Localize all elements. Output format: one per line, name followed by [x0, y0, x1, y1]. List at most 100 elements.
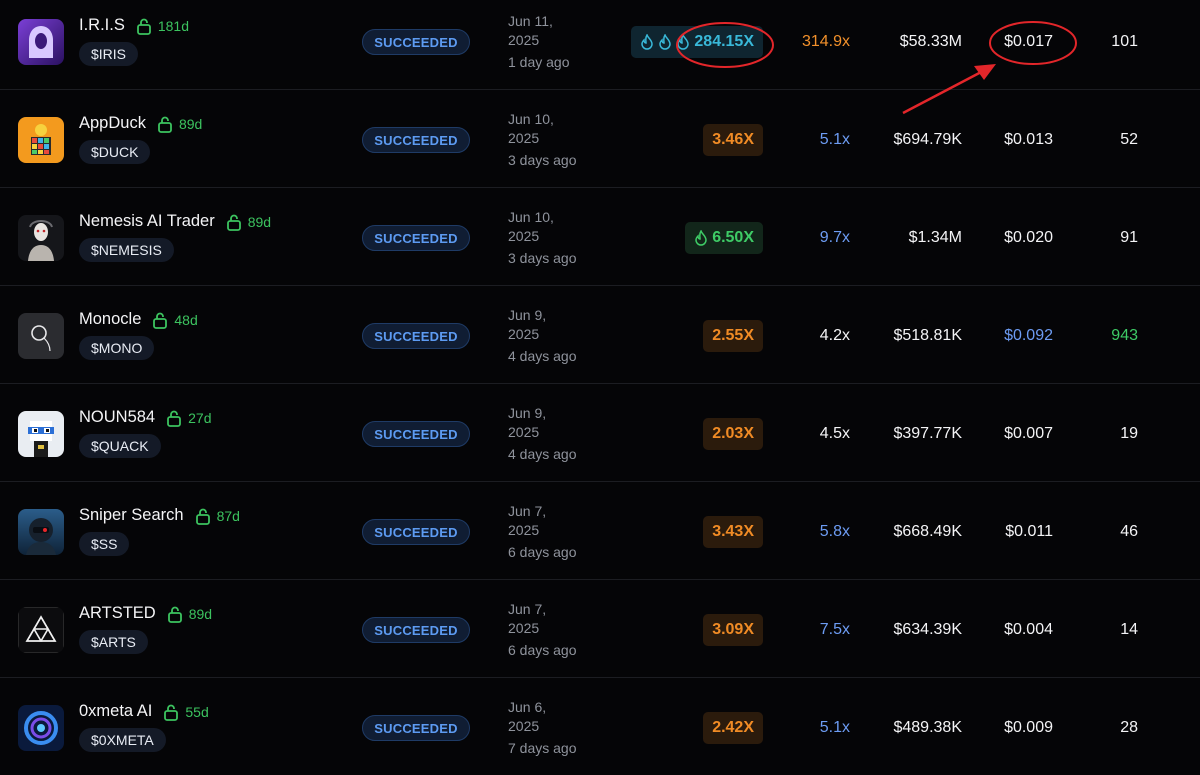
token-name[interactable]: Monocle [79, 310, 141, 329]
token-price: $0.092 [1004, 327, 1053, 344]
launch-date: Jun 9, 2025 [508, 404, 546, 442]
token-price: $0.004 [1004, 621, 1053, 638]
holder-count: 943 [1111, 327, 1138, 344]
market-cap: $634.39K [893, 621, 962, 638]
launch-ago: 6 days ago [508, 642, 577, 658]
launch-ago: 3 days ago [508, 152, 577, 168]
token-name[interactable]: 0xmeta AI [79, 702, 152, 721]
table-row[interactable]: Nemesis AI Trader 89d $NEMESIS SUCCEEDED Jun… [0, 188, 1200, 286]
token-name-line: AppDuck 89d [79, 114, 202, 133]
multiplier-badge: 2.55X [703, 320, 763, 352]
lock-icon [225, 213, 243, 231]
launch-date-year: 2025 [508, 718, 540, 734]
launch-date-month: Jun 10, [508, 111, 554, 127]
market-cap: $668.49K [893, 523, 962, 540]
flame-icon [694, 230, 708, 246]
lock-icon [162, 703, 180, 721]
token-name-line: 0xmeta AI 55d [79, 702, 209, 721]
launch-date-year: 2025 [508, 130, 540, 146]
token-name[interactable]: NOUN584 [79, 408, 155, 427]
multiplier-value: 2.03X [712, 425, 754, 442]
multiplier-badge: 6.50X [685, 222, 763, 254]
launch-date-year: 2025 [508, 32, 540, 48]
ticker-badge[interactable]: $DUCK [79, 140, 151, 164]
launch-date-month: Jun 9, [508, 405, 547, 421]
token-name-line: I.R.I.S 181d [79, 16, 189, 35]
token-name[interactable]: I.R.I.S [79, 16, 125, 35]
launch-date-year: 2025 [508, 326, 540, 342]
token-name[interactable]: Nemesis AI Trader [79, 212, 215, 231]
ticker-badge[interactable]: $IRIS [79, 42, 139, 66]
launch-ago: 1 day ago [508, 54, 570, 70]
multiplier-value: 2.42X [712, 719, 754, 736]
holder-count: 19 [1120, 425, 1138, 442]
market-cap: $518.81K [893, 327, 962, 344]
multiplier-value: 3.46X [712, 131, 754, 148]
multiplier-badge: 3.09X [703, 614, 763, 646]
table-row[interactable]: Monocle 48d $MONO SUCCEEDED Jun 9, 2025 4 days… [0, 286, 1200, 384]
launch-date: Jun 10, 2025 [508, 208, 554, 246]
table-row[interactable]: AppDuck 89d $DUCK SUCCEEDED Jun 10, 2025 3 day… [0, 90, 1200, 188]
ticker-badge[interactable]: $MONO [79, 336, 155, 360]
lock-duration: 89d [188, 605, 213, 622]
launch-date: Jun 7, 2025 [508, 600, 546, 638]
launch-date-year: 2025 [508, 424, 540, 440]
token-name-line: Sniper Search 87d [79, 506, 240, 525]
ticker-badge[interactable]: $NEMESIS [79, 238, 174, 262]
launch-ago: 4 days ago [508, 446, 577, 462]
token-name[interactable]: Sniper Search [79, 506, 184, 525]
lock-icon [156, 115, 174, 133]
ticker-badge[interactable]: $QUACK [79, 434, 161, 458]
ath-multiplier: 314.9x [801, 33, 850, 50]
holder-count: 28 [1120, 719, 1138, 736]
launch-date-month: Jun 7, [508, 503, 547, 519]
ath-multiplier: 9.7x [819, 229, 850, 246]
launch-ago: 3 days ago [508, 250, 577, 266]
table-row[interactable]: I.R.I.S 181d $IRIS SUCCEEDED Jun 11, 2025 1 da… [0, 0, 1200, 90]
flame-icon [658, 34, 672, 50]
token-price: $0.009 [1004, 719, 1053, 736]
token-price: $0.020 [1004, 229, 1053, 246]
market-cap: $694.79K [893, 131, 962, 148]
launch-date-month: Jun 10, [508, 209, 554, 225]
token-avatar [18, 411, 64, 457]
launch-date-year: 2025 [508, 228, 540, 244]
ath-multiplier: 4.5x [819, 425, 850, 442]
ticker-badge[interactable]: $0XMETA [79, 728, 166, 752]
token-name-line: Monocle 48d [79, 310, 198, 329]
status-badge: SUCCEEDED [362, 29, 470, 55]
status-badge: SUCCEEDED [362, 323, 470, 349]
lock-duration: 181d [157, 17, 189, 34]
market-cap: $397.77K [893, 425, 962, 442]
flame-icon [640, 34, 654, 50]
token-name[interactable]: AppDuck [79, 114, 146, 133]
token-name[interactable]: ARTSTED [79, 604, 156, 623]
table-row[interactable]: Sniper Search 87d $SS SUCCEEDED Jun 7, 2025 6 … [0, 482, 1200, 580]
launch-date-month: Jun 6, [508, 699, 547, 715]
token-avatar [18, 607, 64, 653]
lock-icon [151, 311, 169, 329]
launch-date-month: Jun 11, [508, 13, 553, 29]
table-row[interactable]: ARTSTED 89d $ARTS SUCCEEDED Jun 7, 2025 6 days… [0, 580, 1200, 678]
table-row[interactable]: NOUN584 27d $QUACK SUCCEEDED Jun 9, 2025 4 day… [0, 384, 1200, 482]
ticker-badge[interactable]: $ARTS [79, 630, 148, 654]
launch-date: Jun 6, 2025 [508, 698, 546, 736]
ticker-badge[interactable]: $SS [79, 532, 130, 556]
launch-date-month: Jun 7, [508, 601, 547, 617]
holder-count: 101 [1111, 33, 1138, 50]
lock-duration: 87d [216, 507, 240, 524]
token-avatar [18, 313, 64, 359]
holder-count: 91 [1120, 229, 1138, 246]
status-badge: SUCCEEDED [362, 617, 470, 643]
multiplier-value: 6.50X [712, 229, 754, 246]
token-price: $0.013 [1004, 131, 1053, 148]
table-row[interactable]: 0xmeta AI 55d $0XMETA SUCCEEDED Jun 6, 2025 7 … [0, 678, 1200, 775]
market-cap: $489.38K [893, 719, 962, 736]
market-cap: $1.34M [908, 229, 962, 246]
ath-multiplier: 4.2x [819, 327, 850, 344]
holder-count: 14 [1120, 621, 1138, 638]
market-cap: $58.33M [899, 33, 962, 50]
token-price: $0.017 [1004, 33, 1053, 50]
lock-duration: 89d [247, 213, 272, 230]
status-badge: SUCCEEDED [362, 225, 470, 251]
